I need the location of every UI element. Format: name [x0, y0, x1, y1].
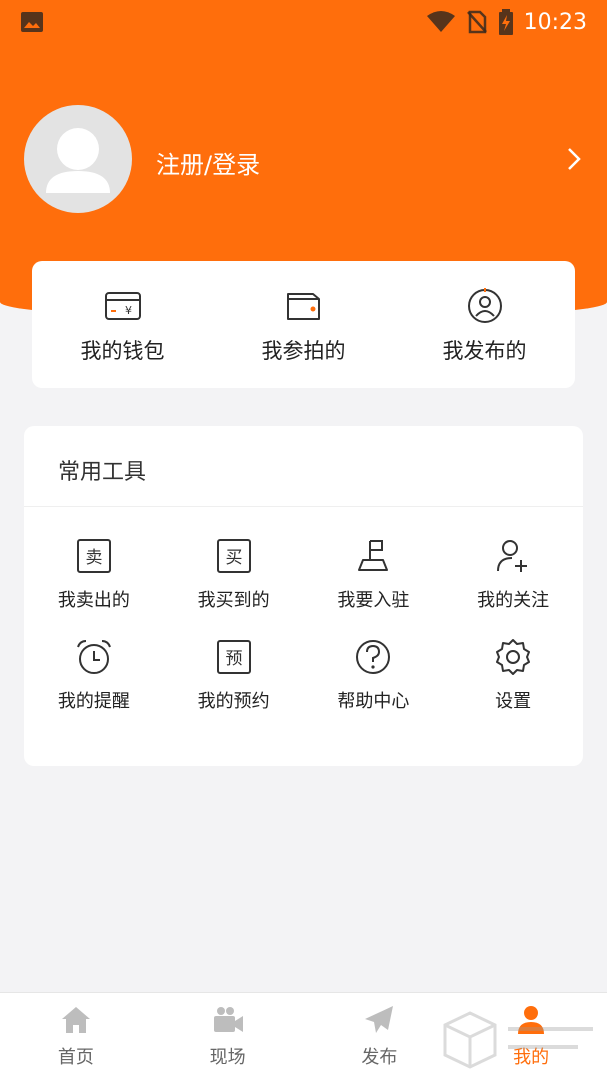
tools-title: 常用工具 — [58, 460, 147, 485]
svg-text:¥: ¥ — [125, 304, 132, 317]
quick-action-label: 我参拍的 — [261, 339, 346, 363]
alarm-clock-icon — [76, 640, 111, 674]
tab-publish[interactable]: 发布 — [304, 993, 456, 1080]
tab-home[interactable]: 首页 — [0, 993, 152, 1080]
tool-reminders[interactable]: 我的提醒 — [24, 637, 164, 713]
quick-action-label: 我的钱包 — [80, 339, 165, 363]
quick-action-published[interactable]: 我发布的 — [394, 261, 575, 388]
user-circle-icon — [467, 288, 502, 323]
status-indicators: 10:23 — [426, 9, 587, 35]
status-bar: 10:23 — [0, 0, 607, 44]
tab-live[interactable]: 现场 — [152, 993, 304, 1080]
tools-card: 常用工具 卖 我卖出的 买 我买到的 我要入驻 我的关注 我的提醒 预 我的预约… — [24, 426, 583, 766]
quick-action-participated[interactable]: 我参拍的 — [213, 261, 394, 388]
paper-plane-icon — [365, 1006, 394, 1033]
reserve-box-icon: 预 — [216, 640, 251, 674]
tool-settings[interactable]: 设置 — [443, 637, 583, 713]
tools-grid: 卖 我卖出的 买 我买到的 我要入驻 我的关注 我的提醒 预 我的预约 帮助中心… — [24, 536, 583, 713]
watermark-logo — [443, 1011, 593, 1069]
tool-reservations[interactable]: 预 我的预约 — [164, 637, 304, 713]
tab-label: 现场 — [209, 1047, 246, 1068]
chevron-right-icon[interactable] — [564, 145, 584, 173]
video-camera-icon — [213, 1007, 243, 1032]
home-icon — [61, 1007, 90, 1033]
tool-label: 我的预约 — [197, 691, 270, 712]
tool-label: 帮助中心 — [337, 691, 410, 712]
tab-label: 首页 — [57, 1047, 94, 1068]
login-register-link[interactable]: 注册/登录 — [156, 145, 260, 180]
folder-wallet-icon — [286, 293, 320, 320]
shop-flag-icon — [358, 540, 389, 571]
wallet-card-icon: ¥ — [104, 292, 141, 320]
image-icon — [21, 12, 43, 32]
tool-join[interactable]: 我要入驻 — [304, 536, 444, 612]
tool-following[interactable]: 我的关注 — [443, 536, 583, 612]
tool-label: 我买到的 — [197, 590, 270, 611]
battery-charging-icon — [498, 9, 513, 35]
user-plus-icon — [497, 540, 528, 572]
quick-actions-card: ¥ 我的钱包 我参拍的 我发布的 — [32, 261, 575, 388]
tab-label: 发布 — [361, 1047, 398, 1068]
tool-glyph: 买 — [225, 548, 242, 568]
tool-help[interactable]: 帮助中心 — [304, 637, 444, 713]
quick-action-wallet[interactable]: ¥ 我的钱包 — [32, 261, 213, 388]
no-sim-icon — [466, 10, 487, 34]
tool-bought[interactable]: 买 我买到的 — [164, 536, 304, 612]
tool-label: 我的提醒 — [57, 691, 130, 712]
tool-glyph: 预 — [225, 649, 242, 669]
sell-box-icon: 卖 — [76, 539, 111, 573]
tool-label: 我卖出的 — [57, 590, 130, 611]
tool-label: 我要入驻 — [337, 590, 410, 611]
profile-section[interactable]: 注册/登录 — [24, 105, 584, 215]
wifi-icon — [426, 11, 455, 32]
tool-label: 我的关注 — [477, 590, 550, 611]
buy-box-icon: 买 — [216, 539, 251, 573]
tool-sold[interactable]: 卖 我卖出的 — [24, 536, 164, 612]
status-time: 10:23 — [523, 9, 587, 35]
help-circle-icon — [356, 640, 391, 674]
quick-action-label: 我发布的 — [442, 339, 527, 363]
tool-glyph: 卖 — [85, 548, 102, 568]
divider — [24, 506, 583, 507]
gear-icon — [496, 639, 531, 675]
default-avatar-icon[interactable] — [24, 105, 132, 213]
tool-label: 设置 — [495, 691, 532, 712]
